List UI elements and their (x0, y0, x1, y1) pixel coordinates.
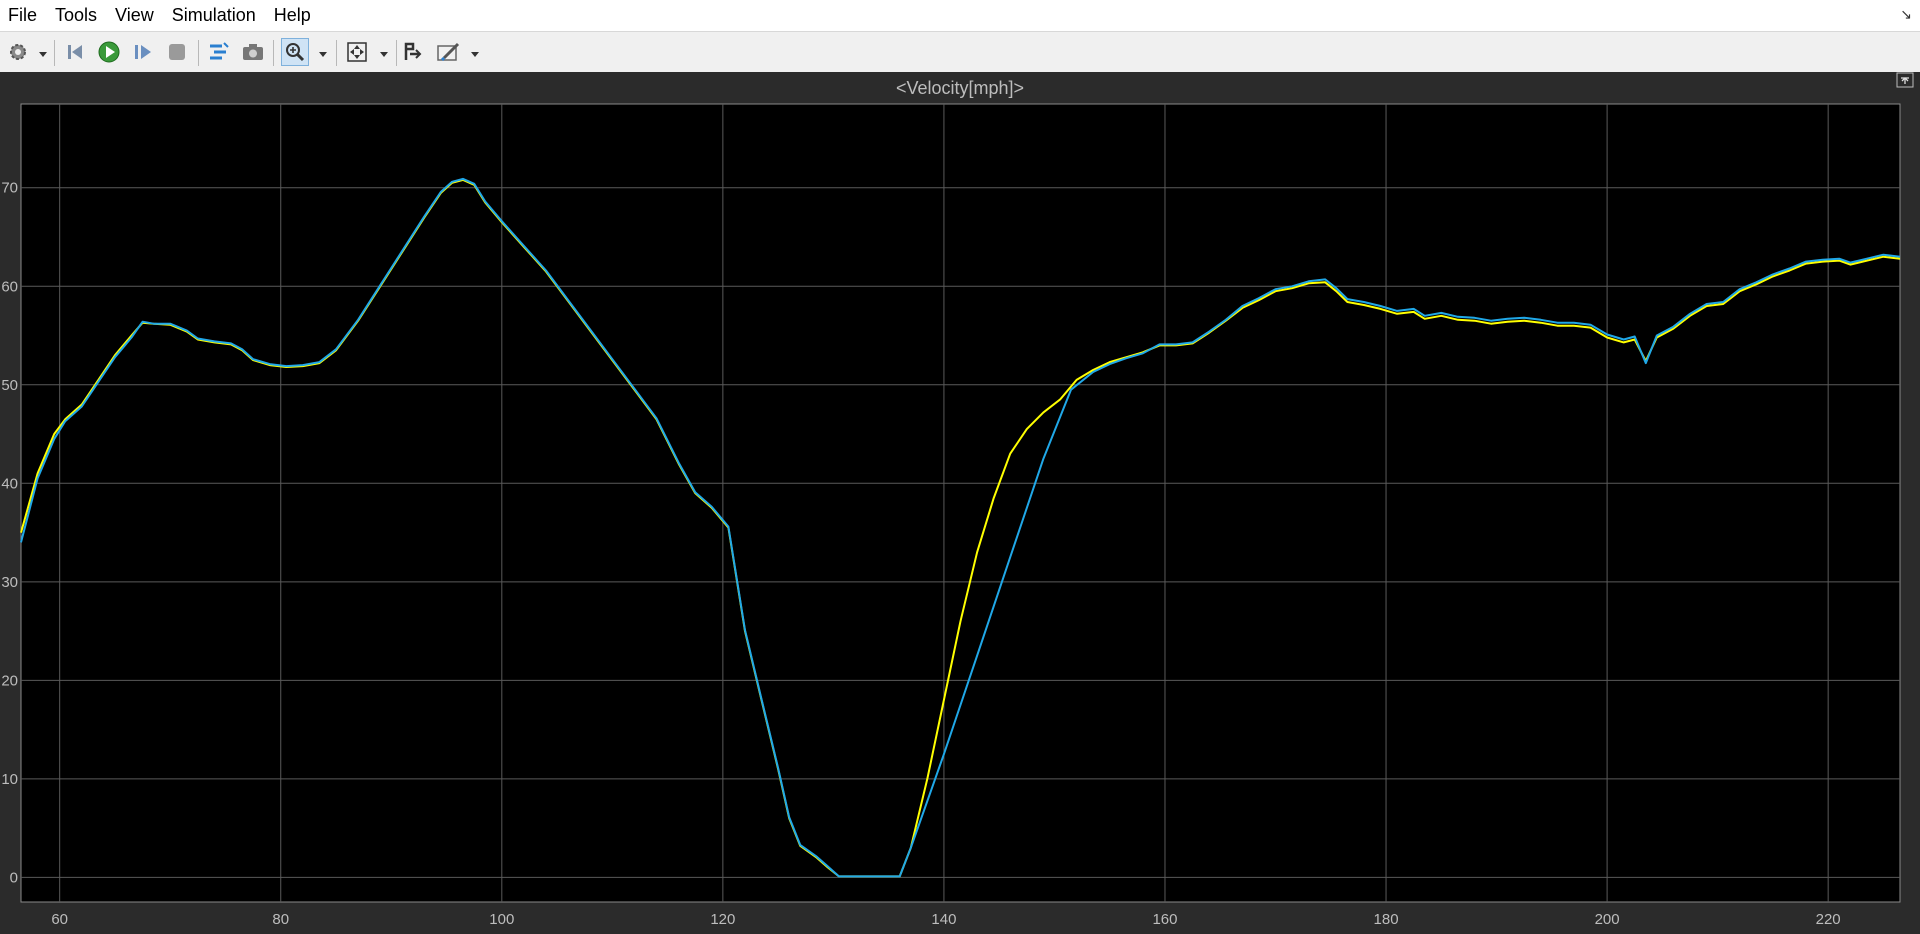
camera-icon[interactable] (239, 38, 267, 66)
axes-background (20, 103, 1901, 903)
gear-icon[interactable] (4, 38, 32, 66)
fit-dropdown-icon[interactable] (379, 46, 389, 57)
stop-icon[interactable] (163, 38, 191, 66)
gear-dropdown-icon[interactable] (38, 46, 48, 57)
run-icon[interactable] (95, 38, 123, 66)
step-forward-icon[interactable] (129, 38, 157, 66)
y-tick-label: 60 (1, 278, 18, 295)
y-tick-label: 50 (1, 377, 18, 394)
menu-simulation[interactable]: Simulation (164, 0, 266, 31)
toolbar-separator (273, 40, 274, 66)
y-tick-label: 0 (10, 869, 18, 886)
y-tick-label: 30 (1, 574, 18, 591)
menu-help[interactable]: Help (266, 0, 321, 31)
y-tick-label: 70 (1, 180, 18, 197)
x-tick-label: 200 (1595, 911, 1620, 928)
signal-icon[interactable] (399, 38, 427, 66)
toolbar-separator (198, 40, 199, 66)
x-tick-label: 100 (489, 911, 514, 928)
undock-arrow-icon[interactable]: ↘ (1900, 6, 1912, 23)
y-tick-label: 40 (1, 475, 18, 492)
y-tick-label: 20 (1, 672, 18, 689)
x-tick-label: 80 (272, 911, 289, 928)
toolbar-separator (54, 40, 55, 66)
fit-icon[interactable] (343, 38, 371, 66)
zoom-in-icon[interactable] (281, 38, 309, 66)
x-tick-label: 140 (931, 911, 956, 928)
x-tick-label: 220 (1816, 911, 1841, 928)
menu-file[interactable]: File (0, 0, 47, 31)
zoom-dropdown-icon[interactable] (318, 46, 328, 57)
style-icon[interactable] (435, 38, 463, 66)
toolbar (0, 31, 1920, 73)
x-tick-label: 60 (51, 911, 68, 928)
menu-view[interactable]: View (107, 0, 164, 31)
scope-figure: <Velocity[mph]> 60 80 100 120 140 160 180 200 22… (0, 72, 1920, 934)
plot-area[interactable]: 60 80 100 120 140 160 180 200 220 0 10 20 30 40 50 60 70 (0, 72, 1920, 934)
step-back-icon[interactable] (61, 38, 89, 66)
highlight-icon[interactable] (205, 38, 233, 66)
toolbar-separator (336, 40, 337, 66)
menu-tools[interactable]: Tools (47, 0, 107, 31)
x-tick-label: 160 (1152, 911, 1177, 928)
y-tick-label: 10 (1, 771, 18, 788)
style-dropdown-icon[interactable] (470, 46, 480, 57)
toolbar-separator (396, 40, 397, 66)
x-tick-label: 120 (710, 911, 735, 928)
menu-bar: File Tools View Simulation Help ↘ (0, 0, 1920, 31)
x-tick-label: 180 (1374, 911, 1399, 928)
